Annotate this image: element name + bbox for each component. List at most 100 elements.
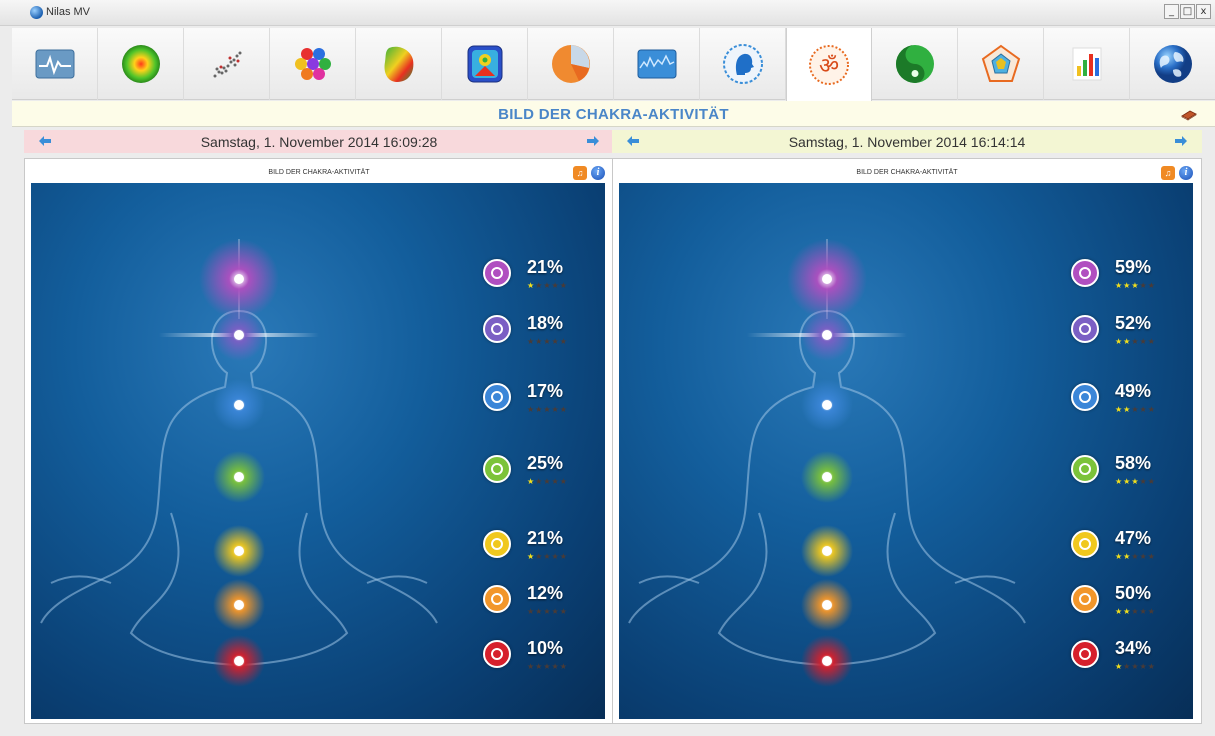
frame-title: BILD DER CHAKRA-AKTIVITÄT (268, 169, 370, 176)
share-icon[interactable]: ♫ (573, 166, 587, 180)
chakra-frame: BILD DER CHAKRA-AKTIVITÄT ♫ i 21% ★★★★★ 18… (24, 158, 614, 724)
chakra-row-third-eye: 18% ★★★★★ (483, 313, 603, 353)
yin-yang-icon (895, 45, 934, 83)
pie-chart-icon (551, 45, 590, 83)
chakra-percentage: 49% (1115, 381, 1152, 401)
tool-button-body-scan[interactable] (442, 28, 528, 100)
measurement-date: Samstag, 1. November 2014 16:14:14 (788, 134, 1026, 150)
color-cells-icon (294, 48, 331, 80)
svg-text:ॐ: ॐ (819, 54, 839, 79)
heat-map-icon (384, 46, 413, 82)
scatter-plot-icon (213, 51, 241, 78)
page-title: BILD DER CHAKRA-AKTIVITÄT (498, 106, 729, 123)
app-globe-icon (30, 6, 43, 19)
tool-button-pentagon[interactable] (958, 28, 1044, 100)
chakra-percentage: 34% (1115, 638, 1152, 658)
left-panel: Samstag, 1. November 2014 16:09:28 BILD … (24, 130, 614, 724)
maximize-button[interactable]: □ (1180, 4, 1195, 19)
star-rating: ★★★★★ (1115, 405, 1156, 414)
star-rating: ★★★★★ (1115, 552, 1156, 561)
star-rating: ★★★★★ (1115, 337, 1156, 346)
tool-button-head-profile[interactable] (700, 28, 786, 100)
star-rating: ★★★★★ (1115, 662, 1156, 671)
solar-plexus-chakra-icon (1071, 530, 1099, 558)
chakra-percentage: 50% (1115, 583, 1152, 603)
heart-rhythm-icon (35, 49, 74, 79)
star-rating: ★★★★★ (527, 281, 568, 290)
chakra-row-crown: 21% ★★★★★ (483, 257, 603, 297)
chakra-row-solar-plexus: 47% ★★★★★ (1071, 528, 1191, 568)
page-header: BILD DER CHAKRA-AKTIVITÄT (12, 101, 1215, 127)
chakra-percentage: 12% (527, 583, 564, 603)
star-rating: ★★★★★ (527, 405, 568, 414)
star-rating: ★★★★★ (527, 607, 568, 616)
star-rating: ★★★★★ (527, 477, 568, 486)
tool-button-heat-map[interactable] (356, 28, 442, 100)
share-icon[interactable]: ♫ (1161, 166, 1175, 180)
chakra-percentage: 25% (527, 453, 564, 473)
chakra-activity-image: 21% ★★★★★ 18% ★★★★★ 17% ★★★★★ 25% ★★★★★ 21% ★★★★★… (31, 183, 605, 719)
head-profile-icon (722, 44, 763, 84)
close-button[interactable]: x (1196, 4, 1211, 19)
app-window: Nilas MV _ □ x ॐ BILD DER CHAKRA-AKTIVIT… (0, 0, 1215, 736)
tool-button-heart-rhythm[interactable] (12, 28, 98, 100)
chakra-row-root: 34% ★★★★★ (1071, 638, 1191, 678)
throat-chakra-icon (1071, 383, 1099, 411)
tool-button-energy-sphere[interactable] (98, 28, 184, 100)
info-icon[interactable]: i (591, 166, 605, 180)
crown-chakra-icon (1071, 259, 1099, 287)
chakra-row-sacral: 50% ★★★★★ (1071, 583, 1191, 623)
sacral-chakra-icon (483, 585, 511, 613)
date-bar: Samstag, 1. November 2014 16:14:14 (612, 130, 1202, 153)
tool-button-globe[interactable] (1130, 28, 1215, 100)
chakra-row-heart: 25% ★★★★★ (483, 453, 603, 493)
tool-button-waveform[interactable] (614, 28, 700, 100)
right-panel: Samstag, 1. November 2014 16:14:14 BILD … (612, 130, 1202, 724)
heart-chakra-icon (483, 455, 511, 483)
frame-title: BILD DER CHAKRA-AKTIVITÄT (856, 169, 958, 176)
heart-chakra-icon (1071, 455, 1099, 483)
tool-button-pie-chart[interactable] (528, 28, 614, 100)
globe-icon (1154, 45, 1192, 83)
minimize-button[interactable]: _ (1164, 4, 1179, 19)
star-rating: ★★★★★ (1115, 281, 1156, 290)
om-symbol-icon: ॐ (809, 44, 849, 85)
star-rating: ★★★★★ (527, 662, 568, 671)
chakra-frame: BILD DER CHAKRA-AKTIVITÄT ♫ i 59% ★★★★★ 52… (612, 158, 1202, 724)
third-eye-chakra-icon (483, 315, 511, 343)
tool-button-scatter[interactable] (184, 28, 270, 100)
title-bar: Nilas MV _ □ x (0, 0, 1215, 26)
bar-chart-icon (1072, 47, 1101, 81)
sacral-chakra-icon (1071, 585, 1099, 613)
crown-chakra-icon (483, 259, 511, 287)
chakra-row-throat: 17% ★★★★★ (483, 381, 603, 421)
star-rating: ★★★★★ (1115, 477, 1156, 486)
chakra-percentage: 47% (1115, 528, 1152, 548)
toolbar: ॐ (12, 28, 1215, 101)
tool-button-yin-yang[interactable] (872, 28, 958, 100)
tool-button-bar-chart[interactable] (1044, 28, 1130, 100)
tool-button-color-cells[interactable] (270, 28, 356, 100)
window-title: Nilas MV (46, 6, 91, 18)
chakra-percentage: 21% (527, 257, 564, 277)
chakra-percentage: 17% (527, 381, 564, 401)
solar-plexus-chakra-icon (483, 530, 511, 558)
star-rating: ★★★★★ (1115, 607, 1156, 616)
star-rating: ★★★★★ (527, 337, 568, 346)
next-arrow-icon[interactable] (1174, 135, 1188, 147)
book-icon[interactable] (1181, 107, 1197, 121)
chakra-percentage: 18% (527, 313, 564, 333)
chakra-percentage: 21% (527, 528, 564, 548)
info-icon[interactable]: i (1179, 166, 1193, 180)
pentagon-icon (981, 44, 1020, 82)
chakra-percentage: 58% (1115, 453, 1152, 473)
star-rating: ★★★★★ (527, 552, 568, 561)
chakra-percentage: 52% (1115, 313, 1152, 333)
energy-sphere-icon (121, 45, 160, 83)
date-bar: Samstag, 1. November 2014 16:09:28 (24, 130, 614, 153)
throat-chakra-icon (483, 383, 511, 411)
chakra-row-solar-plexus: 21% ★★★★★ (483, 528, 603, 568)
next-arrow-icon[interactable] (586, 135, 600, 147)
chakra-activity-image: 59% ★★★★★ 52% ★★★★★ 49% ★★★★★ 58% ★★★★★ 47% ★★★★★… (619, 183, 1193, 719)
tool-button-om[interactable]: ॐ (786, 28, 872, 101)
